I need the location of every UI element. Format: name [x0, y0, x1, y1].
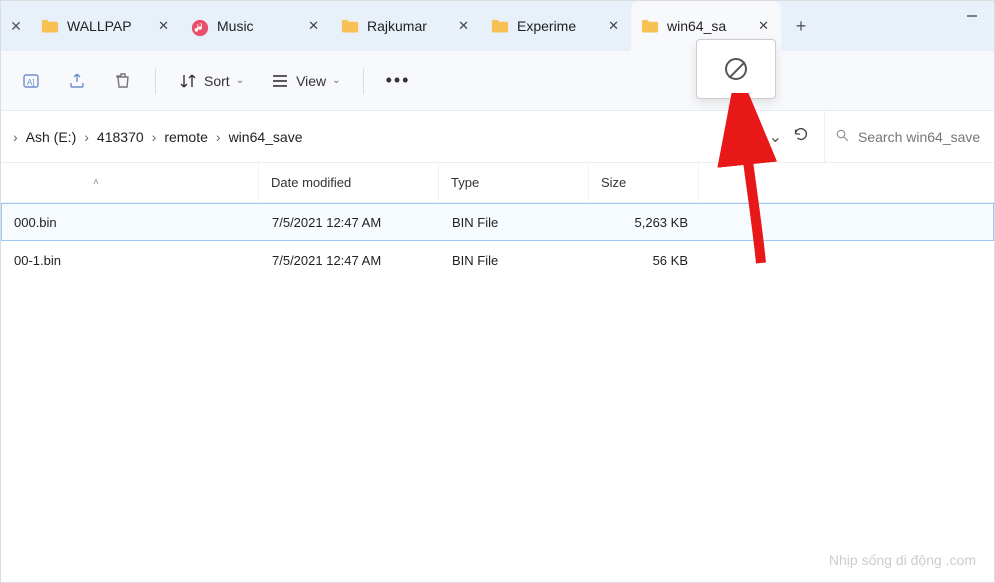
- tab-music[interactable]: Music ✕: [181, 1, 331, 51]
- folder-icon: [341, 19, 359, 33]
- title-bar: ✕ WALLPAP ✕ Music ✕ Rajkumar ✕ Experime …: [1, 1, 994, 51]
- view-button[interactable]: View ⌄: [266, 65, 344, 97]
- tab-label: WALLPAP: [67, 18, 148, 34]
- minimize-button[interactable]: [949, 1, 994, 31]
- drag-ghost: [696, 39, 776, 99]
- file-name: 00-1.bin: [2, 253, 260, 268]
- share-button[interactable]: [63, 65, 91, 97]
- tab-rajkumar[interactable]: Rajkumar ✕: [331, 1, 481, 51]
- breadcrumb-segment[interactable]: Ash (E:): [24, 127, 79, 147]
- breadcrumb-segment[interactable]: win64_save: [227, 127, 305, 147]
- chevron-right-icon: ›: [11, 129, 20, 145]
- tab-label: Rajkumar: [367, 18, 448, 34]
- folder-icon: [641, 19, 659, 33]
- breadcrumb-segment[interactable]: 418370: [95, 127, 146, 147]
- chevron-right-icon: ›: [150, 129, 159, 145]
- rename-button[interactable]: A]: [17, 65, 45, 97]
- chevron-right-icon: ›: [214, 129, 223, 145]
- delete-button[interactable]: [109, 65, 137, 97]
- column-date[interactable]: Date modified: [259, 163, 439, 202]
- breadcrumb[interactable]: › Ash (E:) › 418370 › remote › win64_sav…: [1, 127, 755, 147]
- column-size[interactable]: Size: [589, 163, 699, 202]
- close-icon[interactable]: ✕: [756, 16, 771, 36]
- chevron-down-icon: ⌄: [332, 75, 340, 86]
- folder-icon: [491, 19, 509, 33]
- new-tab-button[interactable]: +: [781, 1, 821, 51]
- music-icon: [191, 19, 209, 33]
- close-icon[interactable]: ✕: [456, 16, 471, 36]
- command-bar: A] Sort ⌄ View ⌄ •••: [1, 51, 994, 111]
- sort-button[interactable]: Sort ⌄: [174, 65, 248, 97]
- recent-locations-button[interactable]: ⌄: [769, 127, 782, 147]
- folder-icon: [41, 19, 59, 33]
- file-name: 000.bin: [2, 215, 260, 230]
- breadcrumb-segment[interactable]: remote: [162, 127, 210, 147]
- file-type: BIN File: [440, 215, 590, 230]
- file-size: 5,263 KB: [590, 215, 700, 230]
- file-date: 7/5/2021 12:47 AM: [260, 253, 440, 268]
- tab-label: Experime: [517, 18, 598, 34]
- column-headers: ˄ Date modified Type Size: [1, 163, 994, 203]
- tab-wallpaper[interactable]: WALLPAP ✕: [31, 1, 181, 51]
- table-row[interactable]: 00-1.bin 7/5/2021 12:47 AM BIN File 56 K…: [1, 241, 994, 279]
- window-controls: [949, 1, 994, 31]
- column-name[interactable]: ˄: [1, 163, 259, 202]
- search-input[interactable]: [858, 129, 984, 145]
- ellipsis-icon: •••: [386, 70, 411, 91]
- watermark: Nhịp sống di động .com: [829, 552, 976, 568]
- tab-experiment[interactable]: Experime ✕: [481, 1, 631, 51]
- search-box[interactable]: [824, 111, 994, 162]
- sort-label: Sort: [204, 73, 230, 89]
- tab-label: win64_sa: [667, 18, 748, 34]
- column-type[interactable]: Type: [439, 163, 589, 202]
- file-date: 7/5/2021 12:47 AM: [260, 215, 440, 230]
- close-icon[interactable]: ✕: [156, 16, 171, 36]
- file-type: BIN File: [440, 253, 590, 268]
- tab-label: Music: [217, 18, 298, 34]
- refresh-button[interactable]: [792, 125, 810, 148]
- table-row[interactable]: 000.bin 7/5/2021 12:47 AM BIN File 5,263…: [1, 203, 994, 241]
- close-icon[interactable]: ✕: [306, 16, 321, 36]
- file-size: 56 KB: [590, 253, 700, 268]
- sort-icon: [178, 71, 198, 91]
- chevron-down-icon: ⌄: [236, 75, 244, 86]
- view-icon: [270, 71, 290, 91]
- separator: [363, 68, 364, 94]
- more-button[interactable]: •••: [382, 64, 415, 97]
- sort-asc-icon: ˄: [93, 177, 99, 188]
- view-label: View: [296, 73, 326, 89]
- separator: [155, 68, 156, 94]
- chevron-right-icon: ›: [82, 129, 91, 145]
- close-icon[interactable]: ✕: [606, 16, 621, 36]
- search-icon: [835, 128, 850, 146]
- address-row: › Ash (E:) › 418370 › remote › win64_sav…: [1, 111, 994, 163]
- svg-text:A]: A]: [27, 78, 35, 87]
- prohibit-icon: [725, 58, 747, 80]
- back-close-icon[interactable]: ✕: [1, 18, 31, 35]
